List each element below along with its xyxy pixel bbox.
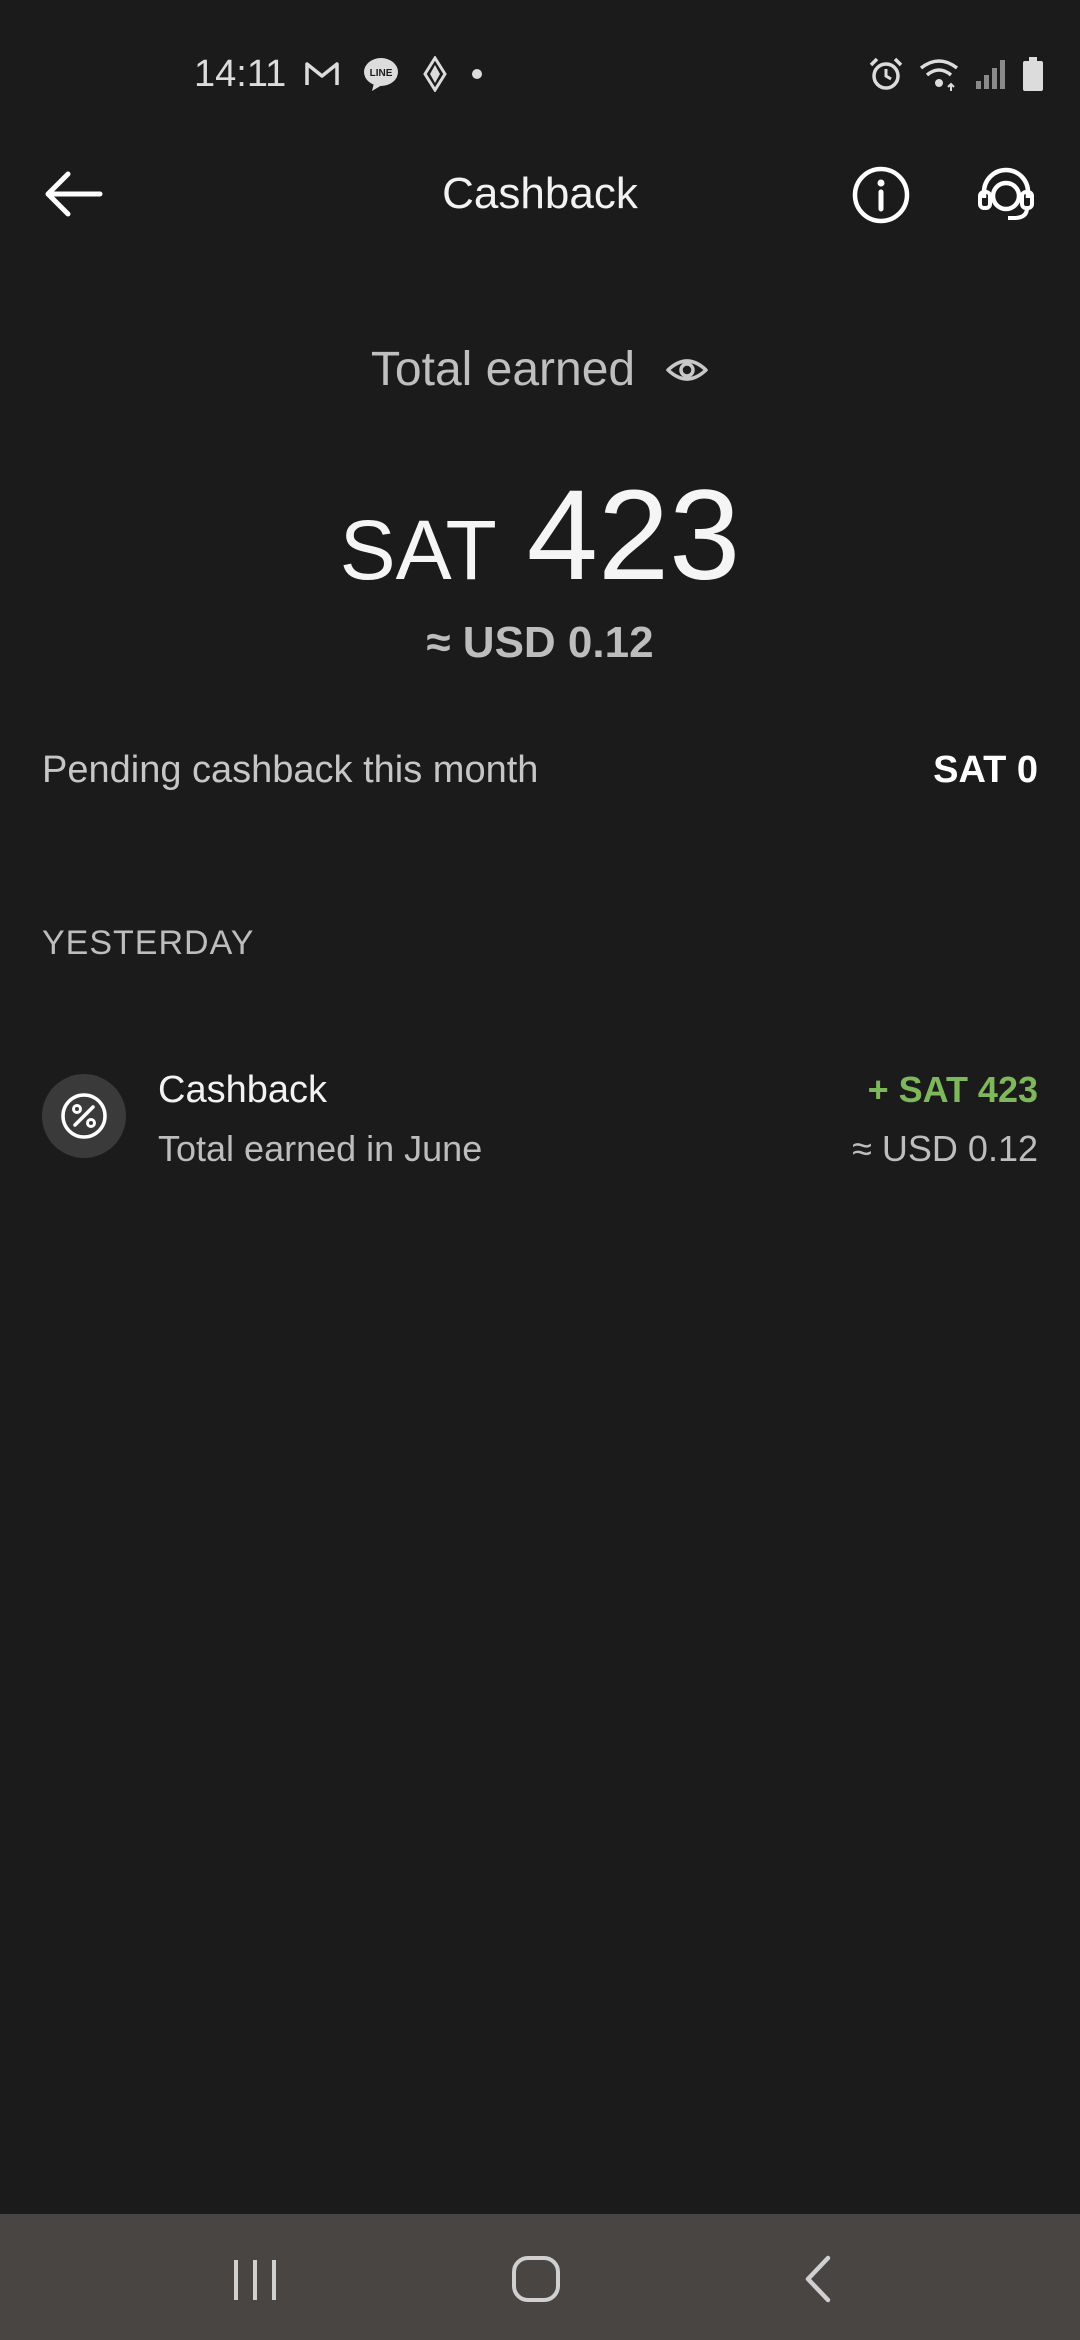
gmail-icon <box>305 62 339 85</box>
section-heading: YESTERDAY <box>42 924 255 962</box>
recent-apps-icon <box>234 2260 276 2300</box>
amount-value: 423 <box>526 464 741 607</box>
svg-text:LINE: LINE <box>370 68 393 79</box>
wifi-icon <box>919 59 959 91</box>
total-amount: SAT 423 <box>0 462 1080 609</box>
transaction-amount: + SAT 423 <box>867 1069 1038 1110</box>
amount-unit: SAT <box>339 503 497 597</box>
status-icons-right <box>868 52 1044 96</box>
pending-value: SAT 0 <box>933 749 1038 791</box>
eye-icon <box>666 359 708 381</box>
usd-approx: ≈ USD 0.12 <box>426 618 654 667</box>
toggle-visibility-button[interactable] <box>665 348 709 392</box>
battery-icon <box>1023 57 1043 91</box>
total-earned-row: Total earned <box>0 340 1080 400</box>
transaction-row[interactable]: Cashback Total earned in June + SAT 423 … <box>0 1050 1080 1180</box>
status-icons-left: LINE <box>304 52 484 96</box>
transaction-title: Cashback <box>158 1069 327 1111</box>
transaction-icon <box>42 1074 126 1158</box>
signal-icon <box>976 60 1005 89</box>
recent-apps-button[interactable] <box>230 2258 280 2302</box>
info-button[interactable] <box>850 164 912 226</box>
app-diamond-icon <box>423 56 447 92</box>
system-back-button[interactable] <box>802 2254 834 2304</box>
notification-dot-icon <box>472 69 482 79</box>
transaction-fiat: ≈ USD 0.12 <box>852 1128 1038 1169</box>
support-button[interactable] <box>974 162 1038 226</box>
alarm-icon <box>869 57 903 90</box>
pending-label: Pending cashback this month <box>42 749 539 791</box>
home-icon <box>512 2256 560 2302</box>
chevron-left-icon <box>805 2255 831 2303</box>
line-icon: LINE <box>364 58 398 91</box>
page-title: Cashback <box>442 169 638 218</box>
headset-icon <box>978 167 1034 220</box>
info-icon <box>852 166 910 224</box>
percent-icon <box>61 1093 107 1139</box>
status-time: 14:11 <box>194 53 287 95</box>
system-nav-bar <box>0 2214 1080 2340</box>
home-button[interactable] <box>510 2254 562 2304</box>
transaction-subtitle: Total earned in June <box>158 1128 483 1169</box>
total-earned-label: Total earned <box>370 343 636 396</box>
